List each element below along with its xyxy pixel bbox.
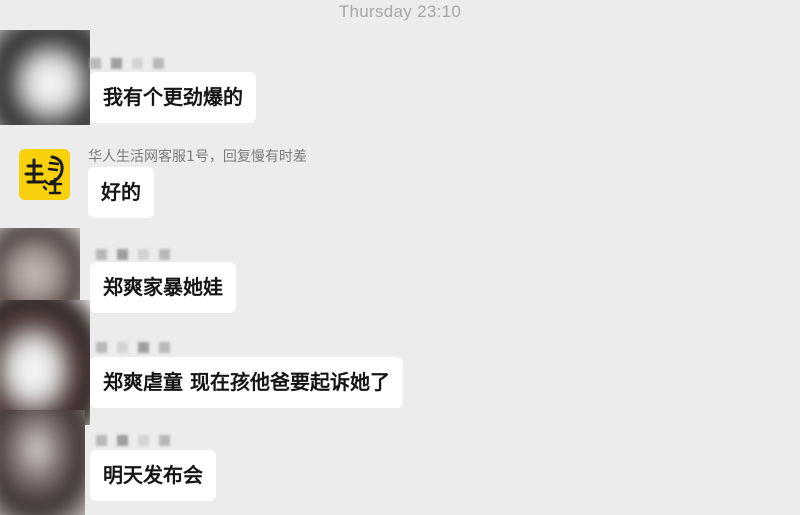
message-bubble[interactable]: 好的	[88, 167, 154, 218]
message-bubble[interactable]: 我有个更劲爆的	[90, 72, 256, 123]
avatar-blurred[interactable]	[0, 30, 90, 125]
message-bubble[interactable]: 明天发布会	[90, 450, 216, 501]
message-bubble[interactable]: 郑爽虐童 现在孩他爸要起诉她了	[90, 357, 403, 408]
message-bubble[interactable]: 郑爽家暴她娃	[90, 262, 236, 313]
sender-name-blurred	[90, 58, 164, 70]
sender-name: 华人生活网客服1号，回复慢有时差	[88, 149, 307, 165]
avatar-blurred[interactable]	[0, 410, 85, 515]
sender-name-blurred	[96, 435, 170, 447]
chat-timestamp: Thursday 23:10	[338, 2, 462, 21]
sender-name-blurred	[96, 342, 170, 354]
huaren-life-logo-icon[interactable]	[19, 149, 70, 200]
sender-name-blurred	[96, 249, 170, 261]
avatar-blurred[interactable]	[0, 300, 90, 425]
